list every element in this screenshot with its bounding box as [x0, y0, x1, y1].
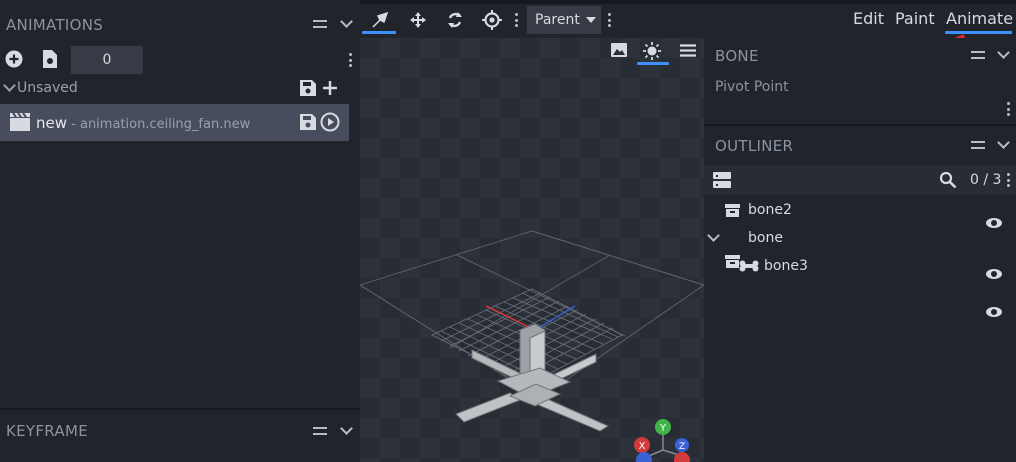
outliner-item-name: bone: [748, 230, 783, 246]
outliner-menu-icon[interactable]: [971, 141, 985, 149]
animation-item-name: new: [36, 114, 68, 132]
animation-time-input[interactable]: 0: [71, 46, 143, 74]
animations-scrollbar[interactable]: [349, 104, 360, 404]
add-icon[interactable]: [322, 80, 338, 96]
move-tool-icon[interactable]: [366, 8, 394, 32]
selection-count: 0 / 3: [970, 172, 1002, 188]
search-icon[interactable]: [938, 171, 958, 189]
bone-panel-menu-icon[interactable]: [971, 51, 985, 59]
keyframe-panel-divider: [0, 408, 360, 410]
save-animation-icon[interactable]: [300, 114, 316, 130]
animation-item-text: new - animation.ceiling_fan.new: [36, 114, 250, 132]
group-unsaved-toggle[interactable]: [2, 79, 16, 94]
visibility-eye-icon[interactable]: [986, 307, 1002, 317]
tab-animate[interactable]: Animate: [946, 9, 1013, 28]
viewport[interactable]: Y X Z: [360, 38, 704, 462]
scene-render: Y X Z: [360, 230, 704, 462]
animations-panel: [0, 0, 360, 462]
lighting-icon[interactable]: [640, 40, 664, 62]
add-group-icon[interactable]: [712, 171, 732, 189]
active-tool-indicator: [362, 31, 396, 34]
clapperboard-icon: [10, 112, 30, 132]
add-animation-icon[interactable]: [4, 49, 24, 69]
chevron-down-icon: [585, 17, 596, 23]
orientation-gizmo: Y X Z: [634, 419, 690, 462]
pivot-mode-value: Parent: [535, 12, 580, 28]
svg-text:Z: Z: [679, 442, 685, 452]
svg-text:X: X: [639, 441, 646, 452]
tab-paint[interactable]: Paint: [895, 9, 935, 28]
pivot-tool-icon[interactable]: [480, 8, 504, 32]
lighting-active-indicator: [637, 62, 669, 65]
play-animation-icon[interactable]: [320, 112, 340, 132]
panel-menu-icon[interactable]: [313, 20, 327, 28]
folder-icon: [725, 204, 740, 217]
toolbar-more-icon-2[interactable]: [608, 13, 611, 27]
animations-panel-title: ANIMATIONS: [6, 16, 104, 34]
translate-tool-icon[interactable]: [406, 8, 430, 32]
outliner-more-icon[interactable]: [1007, 173, 1010, 187]
pivot-mode-select[interactable]: Parent: [527, 6, 601, 34]
image-icon[interactable]: [609, 41, 629, 59]
outliner-item-name: bone3: [764, 258, 808, 274]
toolbar-more-icon[interactable]: [515, 13, 518, 27]
bone-panel-title: BONE: [715, 47, 759, 65]
animation-item-file: - animation.ceiling_fan.new: [67, 117, 251, 132]
tab-edit[interactable]: Edit: [853, 9, 884, 28]
animations-more-icon[interactable]: [349, 53, 352, 67]
save-all-icon[interactable]: [300, 80, 316, 96]
pivot-point-label: Pivot Point: [715, 79, 789, 95]
svg-text:Y: Y: [659, 423, 667, 434]
bone-icon: [739, 259, 759, 273]
keyframe-menu-icon[interactable]: [313, 427, 327, 435]
rotate-tool-icon[interactable]: [443, 8, 467, 32]
outliner-item-name: bone2: [748, 202, 792, 218]
import-file-icon[interactable]: [40, 49, 60, 69]
outliner-title: OUTLINER: [715, 137, 794, 155]
panel-divider: [704, 124, 1016, 126]
viewport-menu-icon[interactable]: [678, 42, 698, 58]
bone-panel-more-icon[interactable]: [1007, 102, 1010, 116]
group-unsaved-label: Unsaved: [17, 80, 78, 96]
keyframe-panel-title: KEYFRAME: [6, 422, 88, 440]
